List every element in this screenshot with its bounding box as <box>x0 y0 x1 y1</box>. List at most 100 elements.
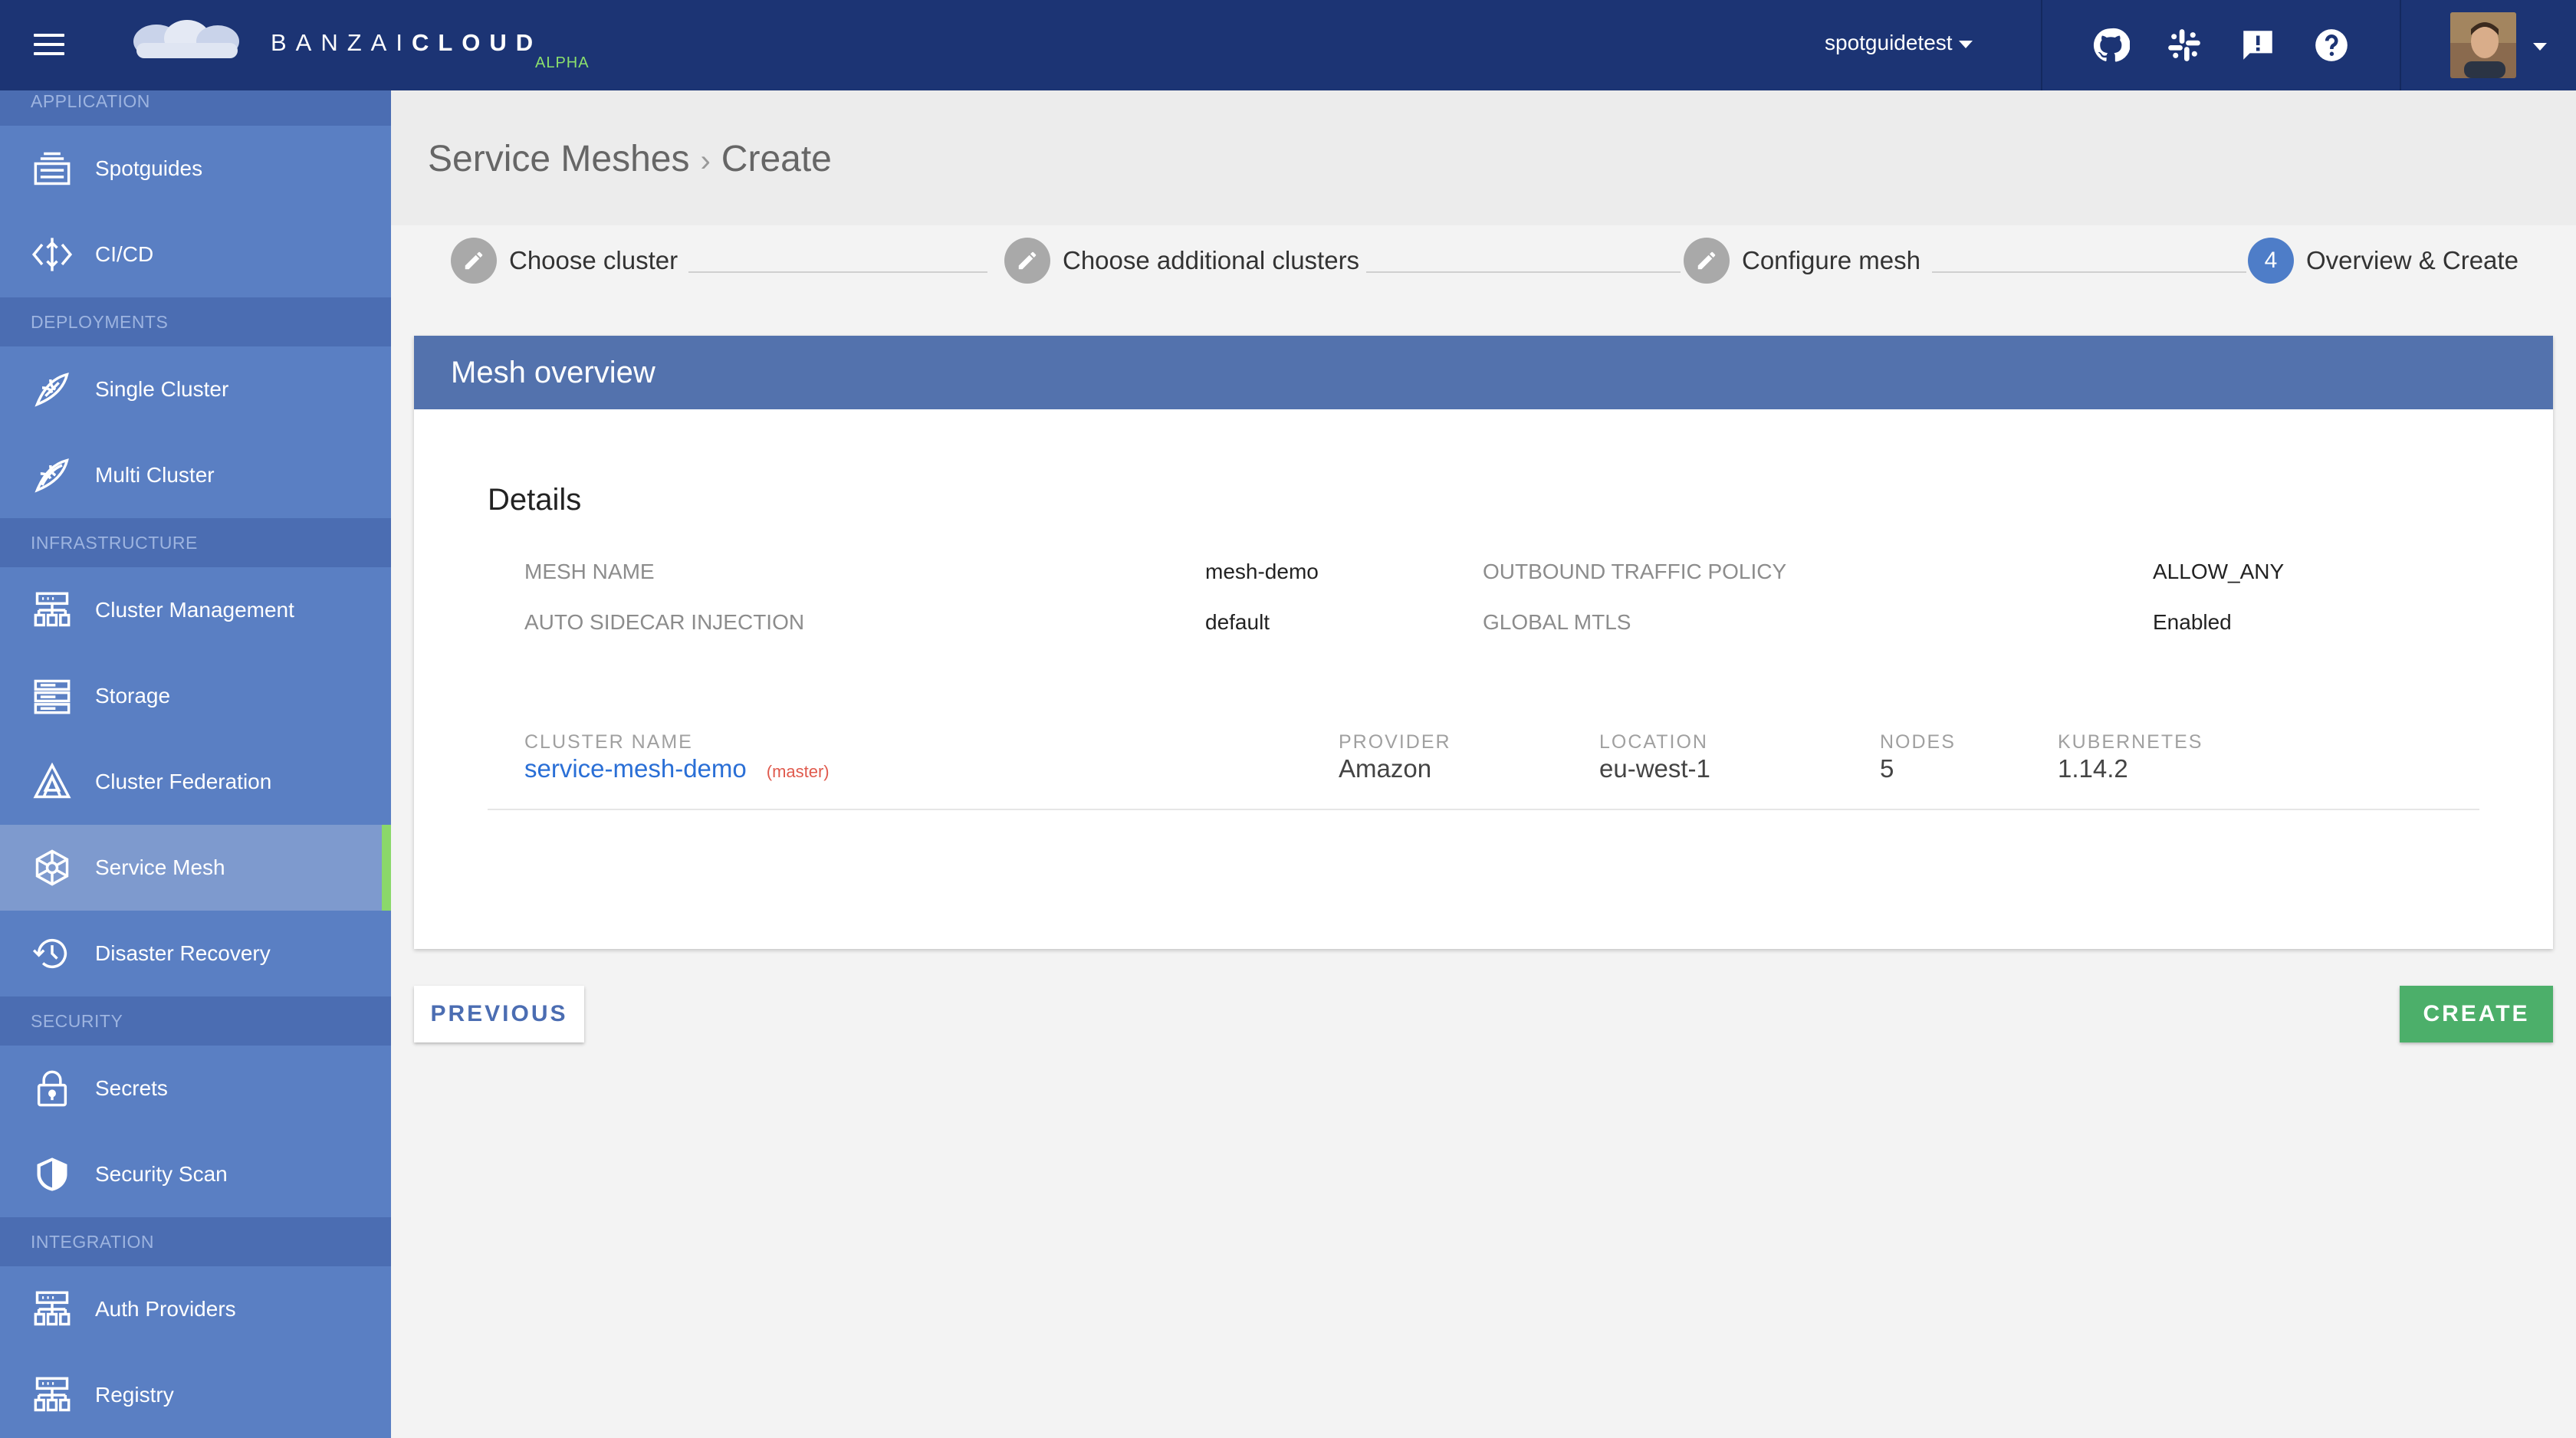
sidebar: APPLICATION Spotguides CI/CD DEPLOYMENTS… <box>0 90 391 1438</box>
sidebar-section-application: APPLICATION <box>0 90 391 126</box>
breadcrumb-current: Create <box>721 139 832 179</box>
sidebar-item-spotguides[interactable]: Spotguides <box>0 126 391 212</box>
sidebar-item-label: Cluster Federation <box>95 770 272 793</box>
multi-cluster-icon <box>34 458 69 493</box>
sidebar-section-infrastructure: INFRASTRUCTURE <box>0 518 391 567</box>
sidebar-item-auth-providers[interactable]: Auth Providers <box>0 1266 391 1352</box>
sidebar-section-integration: INTEGRATION <box>0 1217 391 1266</box>
table-row-divider <box>488 809 2479 810</box>
table-cell-provider: Amazon <box>1339 754 1432 783</box>
pencil-icon <box>451 238 497 284</box>
brand-name: BANZAICLOUD <box>271 29 542 57</box>
chevron-down-icon[interactable] <box>2533 43 2547 51</box>
step-label: Choose cluster <box>509 246 678 274</box>
step-connector <box>688 271 987 273</box>
github-icon[interactable] <box>2091 26 2130 64</box>
column-header: LOCATION <box>1599 731 1708 753</box>
breadcrumb-bar: Service Meshes › Create <box>391 90 2576 225</box>
master-tag: (master) <box>766 762 830 781</box>
sidebar-item-label: Registry <box>95 1383 174 1407</box>
avatar[interactable] <box>2450 12 2516 78</box>
sidebar-item-label: Storage <box>95 684 171 708</box>
sidebar-item-label: Spotguides <box>95 156 203 180</box>
divider <box>2041 0 2042 90</box>
sidebar-item-cluster-management[interactable]: Cluster Management <box>0 567 391 653</box>
global-mtls-label: GLOBAL MTLS <box>1483 610 1631 634</box>
sidebar-section-deployments: DEPLOYMENTS <box>0 297 391 346</box>
sidebar-item-cluster-federation[interactable]: Cluster Federation <box>0 739 391 825</box>
single-cluster-icon <box>34 373 69 407</box>
sidebar-item-multi-cluster[interactable]: Multi Cluster <box>0 432 391 518</box>
step-choose-cluster[interactable]: Choose cluster <box>451 238 678 284</box>
organization-name: spotguidetest <box>1825 31 1953 54</box>
sidebar-item-label: Single Cluster <box>95 377 229 401</box>
create-button[interactable]: CREATE <box>2400 986 2553 1042</box>
auth-providers-icon <box>34 1291 71 1326</box>
column-header: NODES <box>1880 731 1956 753</box>
chevron-down-icon <box>1958 40 1973 48</box>
sidebar-item-single-cluster[interactable]: Single Cluster <box>0 346 391 432</box>
sidebar-item-security-scan[interactable]: Security Scan <box>0 1131 391 1217</box>
stepper: Choose cluster Choose additional cluster… <box>391 225 2576 294</box>
cloud-logo-icon <box>133 20 239 58</box>
breadcrumb-parent[interactable]: Service Meshes <box>428 139 689 179</box>
step-number: 4 <box>2248 238 2294 284</box>
spotguides-icon <box>34 152 71 185</box>
main-content: Service Meshes › Create Choose cluster Cho… <box>391 90 2576 1438</box>
brand-name-bold: CLOUD <box>411 29 543 56</box>
column-header: KUBERNETES <box>2058 731 2203 753</box>
storage-icon <box>34 679 71 714</box>
step-configure-mesh[interactable]: Configure mesh <box>1684 238 1921 284</box>
sidebar-item-registry[interactable]: Registry <box>0 1352 391 1438</box>
step-label: Choose additional clusters <box>1063 246 1360 274</box>
sidebar-item-label: Auth Providers <box>95 1297 236 1321</box>
shield-icon <box>37 1157 67 1191</box>
cluster-link[interactable]: service-mesh-demo <box>524 754 747 783</box>
sidebar-item-label: Security Scan <box>95 1162 228 1186</box>
step-choose-additional-clusters[interactable]: Choose additional clusters <box>1004 238 1359 284</box>
chevron-right-icon: › <box>700 144 711 178</box>
sidebar-item-label: CI/CD <box>95 242 154 266</box>
breadcrumb: Service Meshes › Create <box>428 138 832 180</box>
alpha-badge: ALPHA <box>535 54 590 71</box>
outbound-policy-value: ALLOW_ANY <box>2153 560 2285 583</box>
step-label: Configure mesh <box>1742 246 1921 274</box>
sidebar-item-label: Multi Cluster <box>95 463 215 487</box>
step-label: Overview & Create <box>2306 246 2518 274</box>
help-icon[interactable] <box>2312 26 2351 64</box>
step-overview-create[interactable]: 4 Overview & Create <box>2248 238 2518 284</box>
pencil-icon <box>1004 238 1050 284</box>
table-cell-cluster-name: service-mesh-demo (master) <box>524 754 830 783</box>
sidebar-item-storage[interactable]: Storage <box>0 653 391 739</box>
brand-name-light: BANZAI <box>271 29 412 56</box>
sidebar-item-secrets[interactable]: Secrets <box>0 1046 391 1131</box>
sidebar-item-cicd[interactable]: CI/CD <box>0 212 391 297</box>
sidebar-item-disaster-recovery[interactable]: Disaster Recovery <box>0 911 391 996</box>
step-connector <box>1366 271 1681 273</box>
pencil-icon <box>1684 238 1730 284</box>
sidebar-section-security: SECURITY <box>0 996 391 1046</box>
cluster-federation-icon <box>33 762 71 799</box>
column-header: PROVIDER <box>1339 731 1451 753</box>
disaster-recovery-icon <box>32 938 67 969</box>
sidebar-item-service-mesh[interactable]: Service Mesh <box>0 825 391 911</box>
sidebar-item-label: Disaster Recovery <box>95 941 271 965</box>
mesh-name-value: mesh-demo <box>1205 560 1319 583</box>
user-avatar-icon <box>2450 12 2516 78</box>
registry-icon <box>34 1377 71 1412</box>
slack-icon[interactable] <box>2165 26 2203 64</box>
organization-selector[interactable]: spotguidetest <box>1825 31 1973 55</box>
table-cell-kubernetes: 1.14.2 <box>2058 754 2128 783</box>
feedback-icon[interactable] <box>2239 26 2277 64</box>
menu-icon[interactable] <box>34 34 64 57</box>
previous-button[interactable]: PREVIOUS <box>414 986 584 1042</box>
mesh-overview-card: Mesh overview Details MESH NAME mesh-dem… <box>414 336 2553 949</box>
card-title: Mesh overview <box>414 336 2553 409</box>
table-cell-location: eu-west-1 <box>1599 754 1710 783</box>
lock-icon <box>37 1070 67 1107</box>
divider <box>2400 0 2401 90</box>
sidecar-injection-label: AUTO SIDECAR INJECTION <box>524 610 805 634</box>
cicd-icon <box>32 238 72 271</box>
details-title: Details <box>488 483 582 517</box>
sidebar-item-label: Service Mesh <box>95 855 225 879</box>
